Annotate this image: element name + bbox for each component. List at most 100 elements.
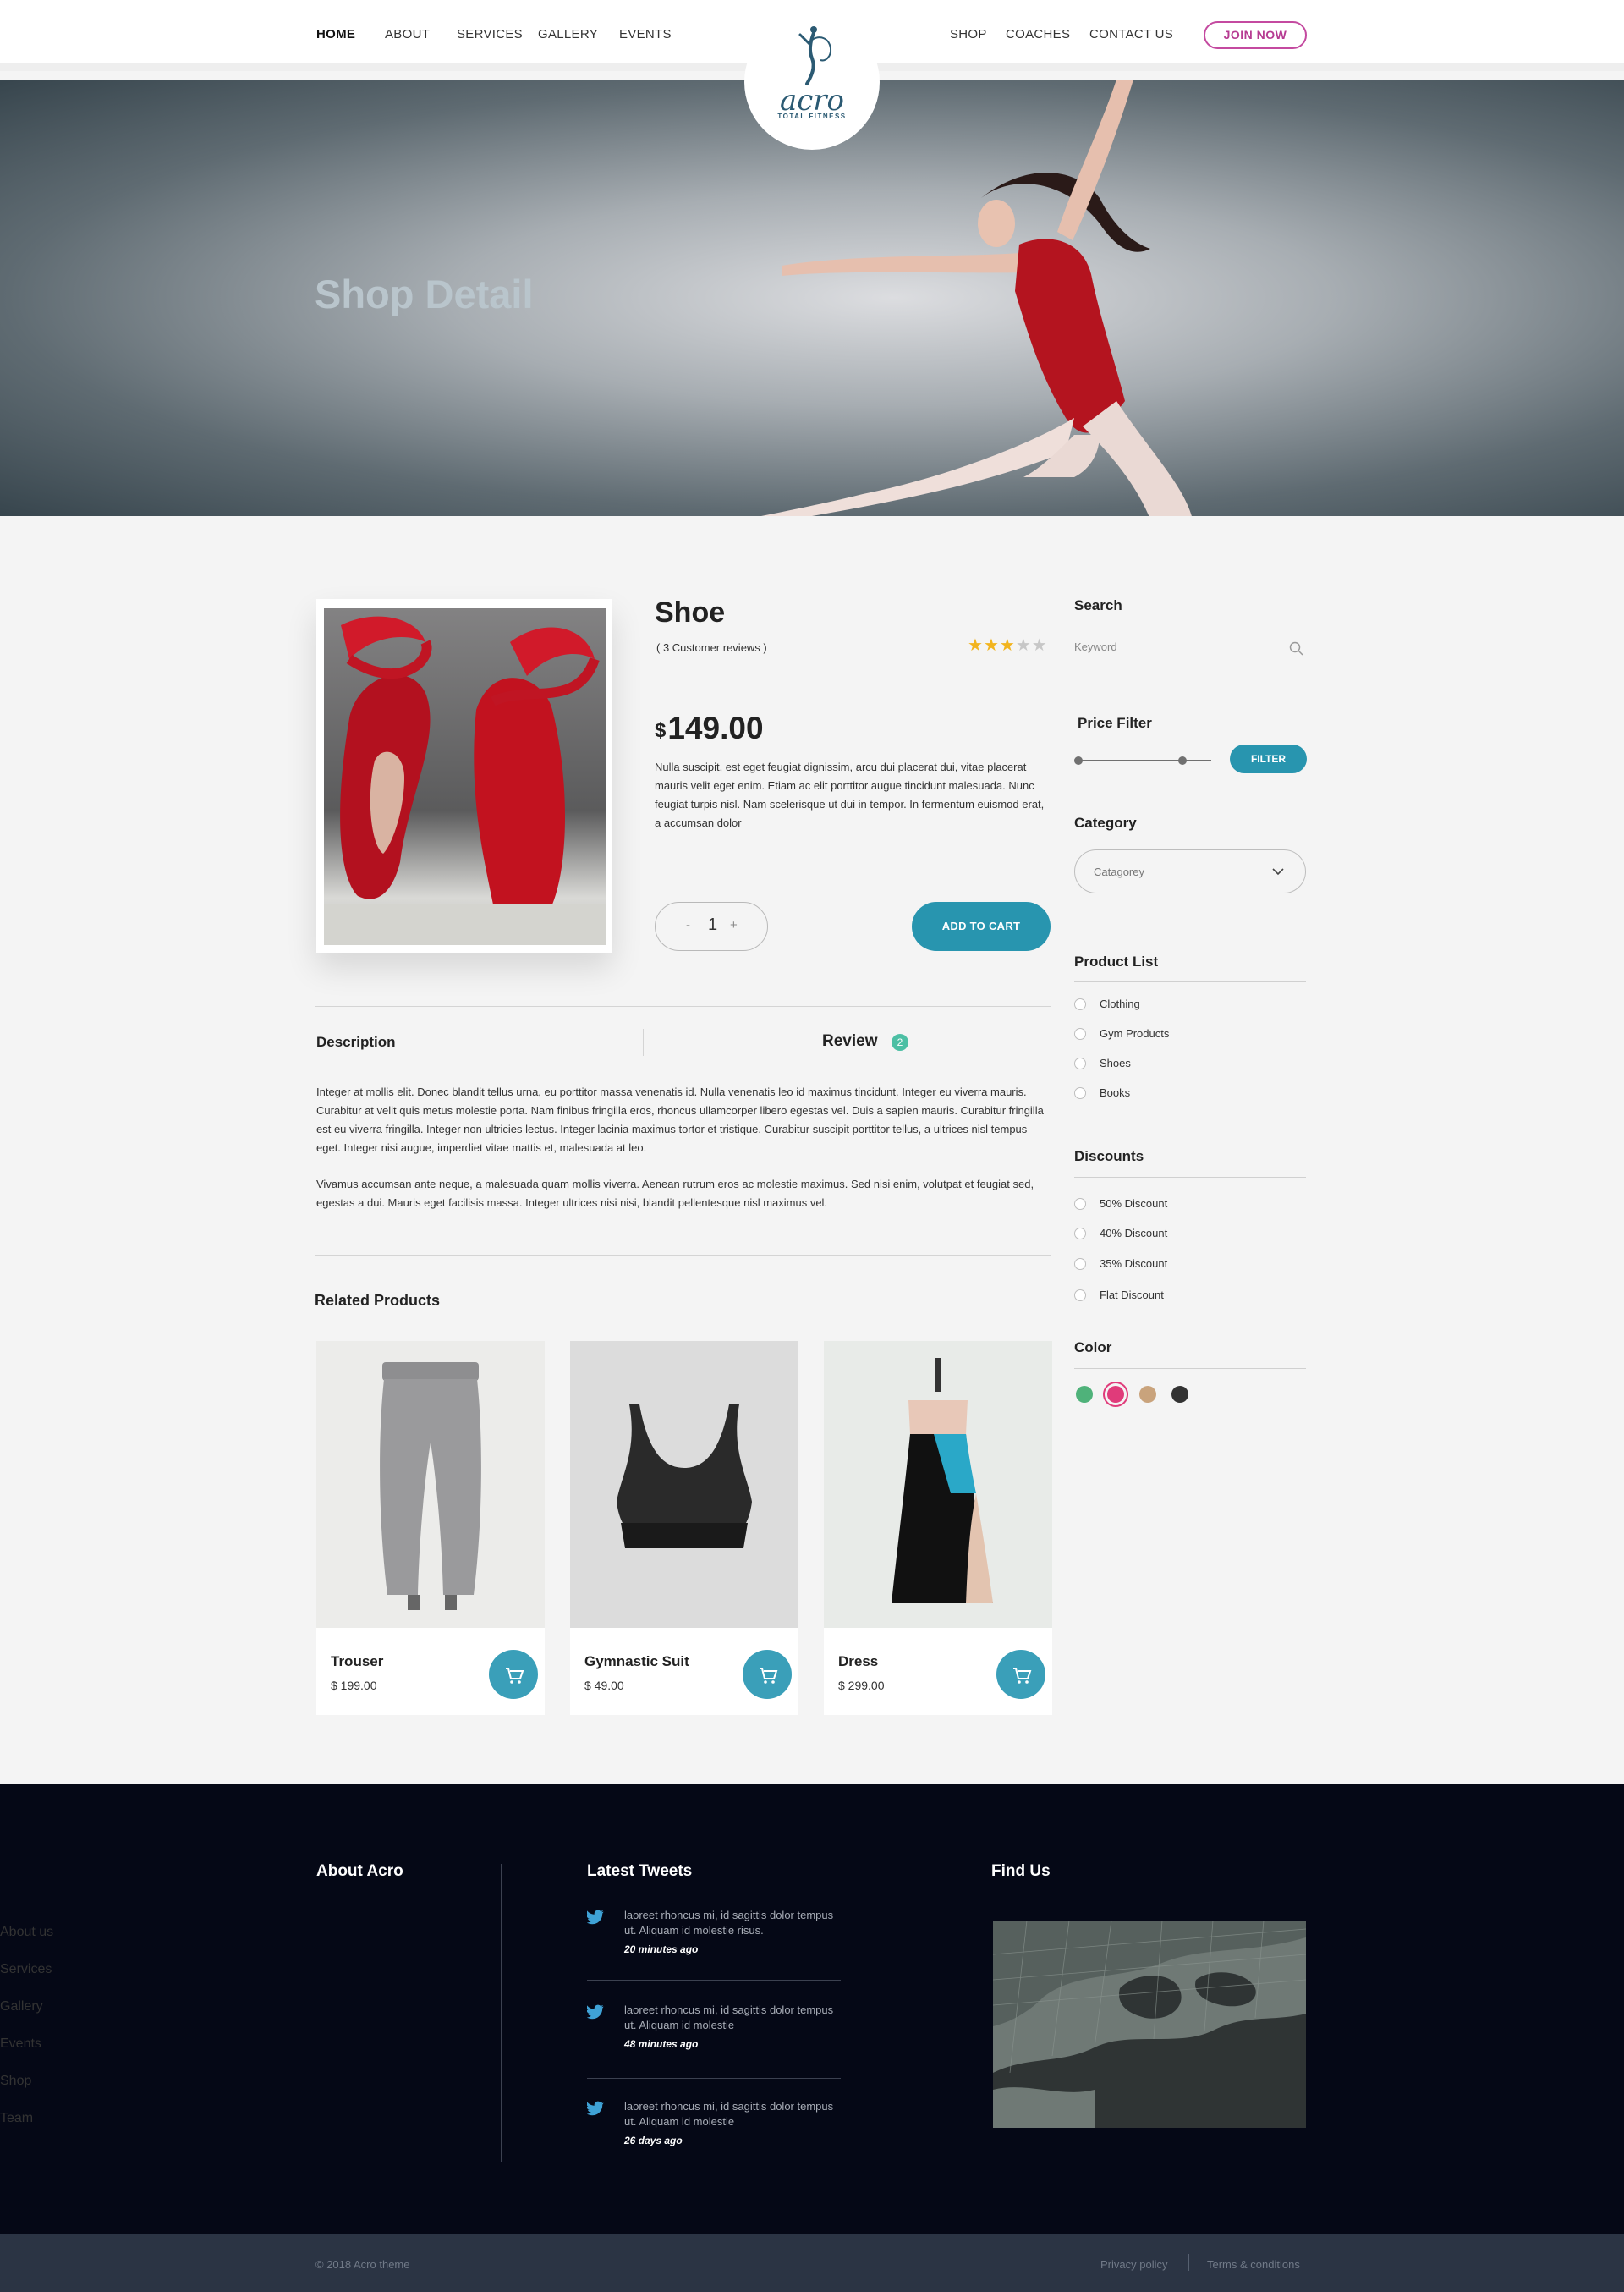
price-filter-title: Price Filter bbox=[1078, 715, 1152, 731]
tweet-item[interactable]: laoreet rhoncus mi, id sagittis dolor te… bbox=[587, 2099, 841, 2150]
nav-contact[interactable]: CONTACT US bbox=[1089, 27, 1173, 41]
color-swatch-pink[interactable] bbox=[1107, 1386, 1124, 1403]
discounts-title: Discounts bbox=[1074, 1148, 1144, 1164]
bottom-bar: © 2018 Acro theme Privacy policy Terms &… bbox=[0, 2234, 1624, 2292]
option-label: Flat Discount bbox=[1100, 1289, 1164, 1301]
star-icon: ★ bbox=[968, 636, 984, 655]
nav-home[interactable]: HOME bbox=[316, 27, 355, 41]
price-max-handle[interactable] bbox=[1178, 756, 1187, 765]
tweet-item[interactable]: laoreet rhoncus mi, id sagittis dolor te… bbox=[587, 2003, 841, 2053]
radio-icon[interactable] bbox=[1074, 1198, 1086, 1210]
nav-gallery[interactable]: GALLERY bbox=[538, 27, 598, 41]
link-label: About us bbox=[0, 1925, 54, 1939]
tweet-text: laoreet rhoncus mi, id sagittis dolor te… bbox=[624, 1909, 834, 1937]
nav-events[interactable]: EVENTS bbox=[619, 27, 672, 41]
footer-link[interactable]: Shop bbox=[0, 2074, 1624, 2091]
nav-services[interactable]: SERVICES bbox=[457, 27, 523, 41]
option-label: 35% Discount bbox=[1100, 1257, 1168, 1270]
radio-icon[interactable] bbox=[1074, 1028, 1086, 1040]
product-image[interactable] bbox=[316, 599, 612, 953]
color-swatch-green[interactable] bbox=[1076, 1386, 1093, 1403]
radio-icon[interactable] bbox=[1074, 1258, 1086, 1270]
product-card[interactable]: Trouser $ 199.00 bbox=[316, 1341, 545, 1715]
divider bbox=[1074, 981, 1306, 982]
twitter-icon bbox=[587, 1910, 604, 1925]
nav-coaches[interactable]: COACHES bbox=[1006, 27, 1070, 41]
tab-review[interactable]: Review bbox=[822, 1032, 877, 1051]
category-select[interactable]: Catagorey bbox=[1074, 849, 1306, 893]
cart-icon bbox=[760, 1668, 778, 1684]
color-swatch-black[interactable] bbox=[1171, 1386, 1188, 1403]
bottom-separator bbox=[1188, 2254, 1189, 2271]
price-min-handle[interactable] bbox=[1074, 756, 1083, 765]
product-card-name[interactable]: Dress bbox=[838, 1653, 878, 1670]
radio-icon[interactable] bbox=[1074, 1228, 1086, 1239]
twitter-icon bbox=[587, 2004, 604, 2020]
color-swatch-tan[interactable] bbox=[1139, 1386, 1156, 1403]
trouser-illustration bbox=[380, 1362, 481, 1610]
find-us-title: Find Us bbox=[991, 1862, 1051, 1880]
cart-button[interactable] bbox=[743, 1650, 792, 1699]
qty-value: 1 bbox=[708, 915, 718, 934]
cart-button[interactable] bbox=[489, 1650, 538, 1699]
about-title: About Acro bbox=[316, 1862, 403, 1880]
nav-about[interactable]: ABOUT bbox=[385, 27, 430, 41]
gymnastic-suit-image bbox=[570, 1341, 798, 1628]
option-label: Gym Products bbox=[1100, 1027, 1170, 1040]
join-now-button[interactable]: JOIN NOW bbox=[1204, 21, 1307, 49]
tweet-time: 48 minutes ago bbox=[624, 2038, 699, 2050]
product-name: Shoe bbox=[655, 596, 726, 629]
radio-icon[interactable] bbox=[1074, 1087, 1086, 1099]
category-title: Category bbox=[1074, 815, 1137, 831]
link-label: Gallery bbox=[0, 1999, 43, 2014]
cart-button[interactable] bbox=[996, 1650, 1045, 1699]
tweet-text: laoreet rhoncus mi, id sagittis dolor te… bbox=[624, 2100, 834, 2128]
footer-link[interactable]: Services bbox=[0, 1962, 1624, 1979]
option-label: 50% Discount bbox=[1100, 1197, 1168, 1210]
link-label: Shop bbox=[0, 2074, 32, 2088]
category-value: Catagorey bbox=[1094, 866, 1144, 878]
product-card-price: $ 299.00 bbox=[838, 1679, 885, 1692]
product-card[interactable]: Gymnastic Suit $ 49.00 bbox=[570, 1341, 798, 1715]
dress-illustration bbox=[892, 1358, 993, 1603]
search-icon[interactable] bbox=[1289, 641, 1304, 657]
radio-icon[interactable] bbox=[1074, 1289, 1086, 1301]
tab-description[interactable]: Description bbox=[316, 1034, 396, 1051]
twitter-icon bbox=[587, 2101, 604, 2116]
customer-reviews-link[interactable]: ( 3 Customer reviews ) bbox=[656, 641, 767, 654]
radio-icon[interactable] bbox=[1074, 1058, 1086, 1069]
cart-icon bbox=[506, 1668, 524, 1684]
product-card-name[interactable]: Trouser bbox=[331, 1653, 383, 1670]
tweet-item[interactable]: laoreet rhoncus mi, id sagittis dolor te… bbox=[587, 1908, 841, 1959]
star-icon: ★ bbox=[1031, 636, 1048, 655]
terms-link[interactable]: Terms & conditions bbox=[1207, 2258, 1300, 2271]
review-count-badge: 2 bbox=[892, 1034, 908, 1051]
qty-plus-button[interactable]: + bbox=[730, 918, 738, 932]
tweet-time: 26 days ago bbox=[624, 2135, 683, 2146]
product-card-name[interactable]: Gymnastic Suit bbox=[584, 1653, 689, 1670]
star-rating: ★★★★★ bbox=[968, 635, 1048, 656]
qty-minus-button[interactable]: - bbox=[686, 918, 690, 932]
product-card[interactable]: Dress $ 299.00 bbox=[824, 1341, 1052, 1715]
privacy-policy-link[interactable]: Privacy policy bbox=[1100, 2258, 1167, 2271]
price-value: 149.00 bbox=[667, 711, 764, 745]
footer-separator bbox=[501, 1864, 502, 2162]
pointe-shoes-illustration bbox=[324, 616, 606, 945]
sports-bra-illustration bbox=[617, 1404, 752, 1548]
add-to-cart-button[interactable]: ADD TO CART bbox=[912, 902, 1051, 951]
star-icon: ★ bbox=[1015, 636, 1032, 655]
search-input[interactable]: Keyword bbox=[1074, 640, 1117, 653]
chevron-down-icon bbox=[1272, 868, 1284, 876]
link-label: Services bbox=[0, 1962, 52, 1976]
filter-button[interactable]: FILTER bbox=[1230, 745, 1307, 773]
divider bbox=[1074, 1177, 1306, 1178]
nav-shop[interactable]: SHOP bbox=[950, 27, 987, 41]
radio-icon[interactable] bbox=[1074, 998, 1086, 1010]
logo[interactable]: acro TOTAL FITNESS bbox=[744, 14, 880, 150]
option-label: Clothing bbox=[1100, 998, 1140, 1010]
location-map[interactable] bbox=[993, 1921, 1306, 2128]
quantity-stepper[interactable]: - 1 + bbox=[655, 902, 768, 951]
description-paragraph: Vivamus accumsan ante neque, a malesuada… bbox=[316, 1178, 1034, 1209]
option-label: Books bbox=[1100, 1086, 1131, 1099]
product-summary: Nulla suscipit, est eget feugiat digniss… bbox=[655, 761, 1045, 829]
